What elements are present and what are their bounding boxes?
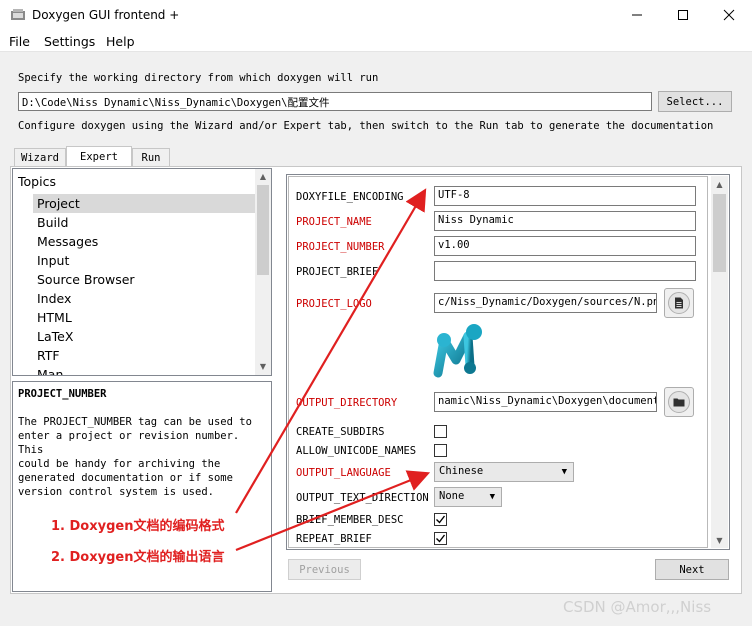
arrow-to-encoding: [235, 188, 427, 514]
annotation-encoding: 1. Doxygen文档的编码格式: [51, 519, 225, 534]
arrow-to-language: [235, 470, 431, 552]
watermark: CSDN @Amor,,,Niss: [563, 598, 712, 616]
annotation-language: 2. Doxygen文档的输出语言: [51, 550, 225, 565]
